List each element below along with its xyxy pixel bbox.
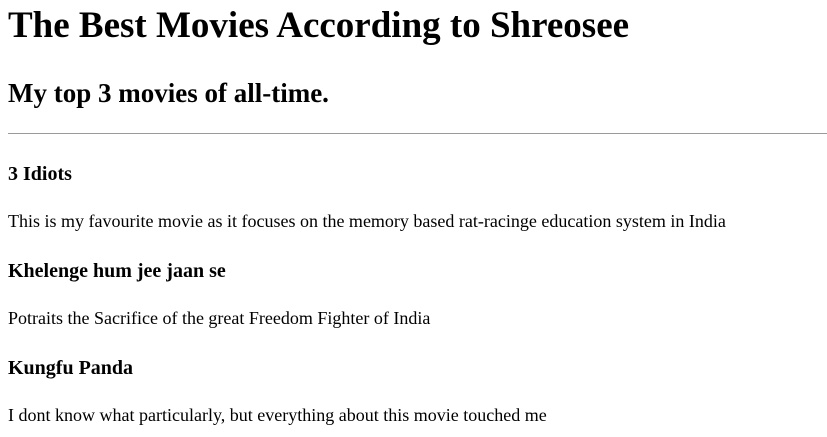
movie-description: I dont know what particularly, but every… <box>8 405 547 425</box>
page: The Best Movies According to Shreosee My… <box>0 0 827 437</box>
page-subtitle: My top 3 movies of all-time. <box>8 78 329 108</box>
divider <box>8 133 827 134</box>
movie-description: This is my favourite movie as it focuses… <box>8 211 726 231</box>
movie-description: Potraits the Sacrifice of the great Free… <box>8 308 431 328</box>
movie-title: Kungfu Panda <box>8 357 134 379</box>
movie-title: Khelenge hum jee jaan se <box>8 260 226 282</box>
page-title: The Best Movies According to Shreosee <box>8 5 630 46</box>
movie-title: 3 Idiots <box>8 163 72 185</box>
